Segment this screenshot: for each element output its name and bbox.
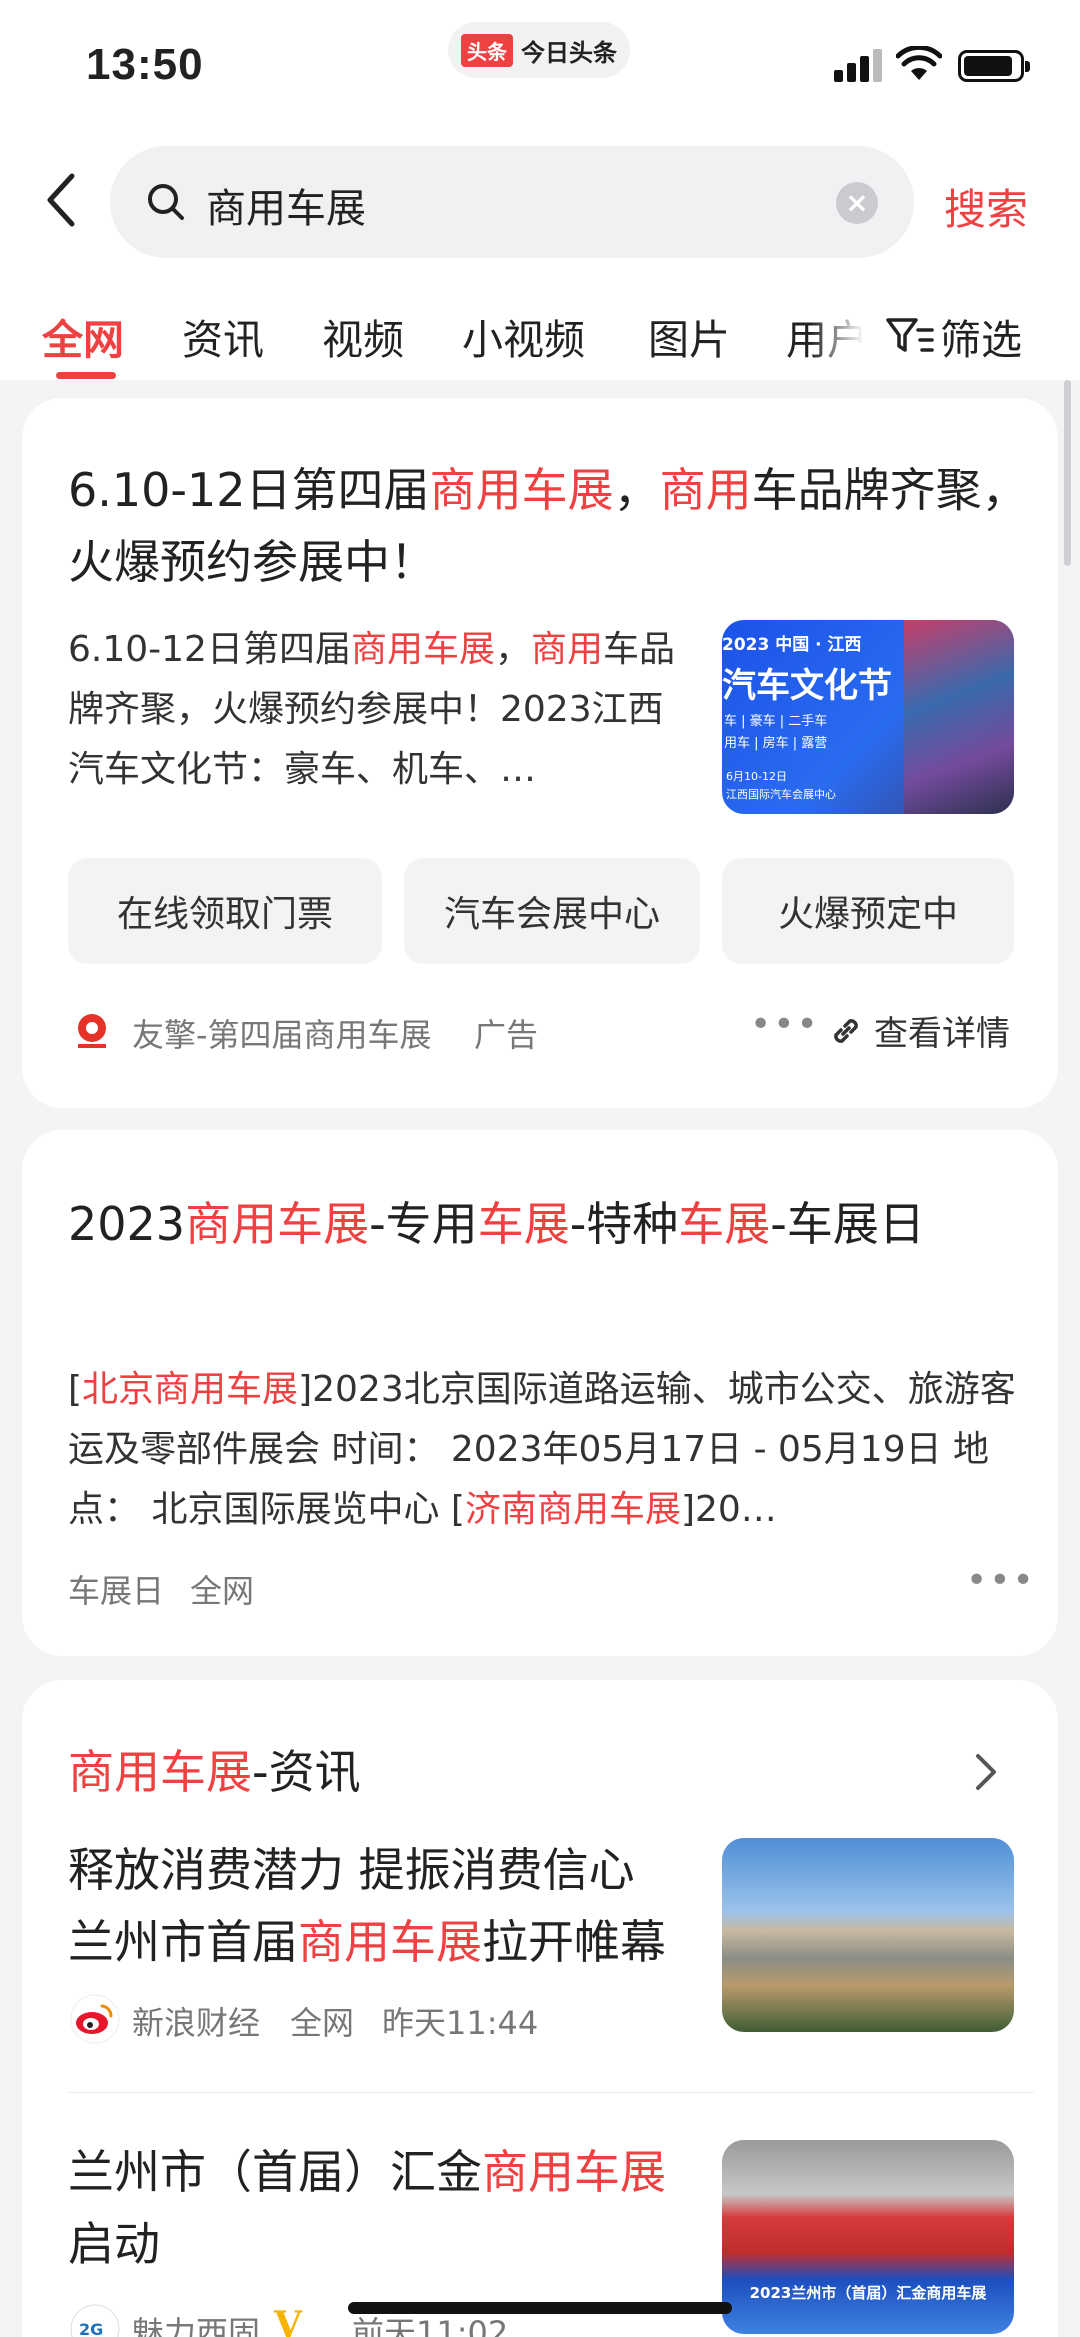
search-button[interactable]: 搜索 [944, 176, 1028, 237]
svg-text:2G: 2G [79, 2320, 103, 2337]
search-header: 商用车展 × 搜索 全网 资讯 视频 小视频 图片 用户 筛选 [0, 140, 1080, 380]
ad-result-card[interactable]: 6.10-12日第四届商用车展，商用车品牌齐聚，火爆预约参展中！ 6.10-12… [22, 398, 1058, 1108]
app-name: 今日头条 [521, 38, 617, 67]
advertiser-logo-icon [78, 1014, 106, 1048]
source-avatar-icon: 2G [70, 2304, 120, 2337]
news-item-title[interactable]: 兰州市（首届）汇金商用车展启动 [68, 2136, 688, 2280]
filter-icon [886, 318, 934, 352]
tab-short-video[interactable]: 小视频 [462, 306, 585, 366]
advertiser-name[interactable]: 友擎-第四届商用车展 [132, 1010, 432, 1056]
clear-icon[interactable]: × [836, 182, 878, 224]
status-time: 13:50 [86, 40, 204, 89]
ad-tag: 广告 [474, 1016, 539, 1054]
lanzhou-city-thumbnail[interactable] [722, 1838, 1014, 2032]
news-time: 昨天11:44 [382, 2004, 539, 2042]
web-result-site[interactable]: 车展日 [68, 1566, 164, 1612]
weibo-logo-icon [70, 1994, 120, 2044]
filter-label: 筛选 [940, 316, 1022, 364]
search-icon [148, 184, 184, 220]
news-scope: 全网 [290, 2004, 355, 2042]
news-source[interactable]: 新浪财经 [132, 1998, 260, 2044]
home-indicator[interactable] [348, 2302, 732, 2314]
web-result-description: [北京商用车展]2023北京国际道路运输、城市公交、旅游客运及零部件展会 时间：… [68, 1369, 1016, 1530]
web-result-title[interactable]: 2023商用车展-专用车展-特种车展-车展日 [68, 1188, 1018, 1260]
app-logo: 头条 [461, 33, 513, 67]
link-icon [834, 1018, 858, 1043]
ad-title[interactable]: 6.10-12日第四届商用车展，商用车品牌齐聚，火爆预约参展中！ [68, 454, 1028, 598]
search-input[interactable]: 商用车展 × [110, 146, 914, 258]
battery-icon [958, 50, 1030, 82]
status-bar: 13:50 头条 今日头条 [0, 0, 1080, 140]
verified-badge-icon: V [274, 2304, 302, 2337]
news-source[interactable]: 魅力西固 [132, 2308, 260, 2337]
event-stage-thumbnail[interactable]: 2023兰州市（首届）汇金商用车展 [722, 2140, 1014, 2334]
chip-exhibition-center[interactable]: 汽车会展中心 [404, 858, 700, 964]
chip-get-tickets[interactable]: 在线领取门票 [68, 858, 382, 964]
back-arrow-icon[interactable] [38, 170, 88, 230]
ad-description: 6.10-12日第四届商用车展，商用车品牌齐聚，火爆预约参展中！2023江西汽车… [68, 629, 676, 790]
news-section-title[interactable]: 商用车展-资讯 [68, 1736, 361, 1802]
news-item-title[interactable]: 释放消费潜力 提振消费信心 兰州市首届商用车展拉开帷幕 [68, 1834, 688, 1978]
more-options-icon[interactable]: ••• [966, 1560, 1036, 1601]
result-tabs: 全网 资讯 视频 小视频 图片 用户 筛选 [0, 296, 1080, 380]
ad-thumbnail[interactable]: 2023 中国 · 江西 汽车文化节 车 | 豪车 | 二手车 用车 | 房车 … [722, 620, 1014, 814]
web-result-scope: 全网 [190, 1572, 255, 1610]
active-tab-indicator [56, 372, 116, 379]
chip-hot-booking[interactable]: 火爆预定中 [722, 858, 1014, 964]
web-result-card[interactable]: 2023商用车展-专用车展-特种车展-车展日 [北京商用车展]2023北京国际道… [22, 1130, 1058, 1656]
item-divider [68, 2092, 1034, 2093]
scrollbar[interactable] [1064, 380, 1071, 566]
search-query[interactable]: 商用车展 [206, 176, 366, 234]
cellular-signal-icon [834, 49, 882, 82]
wifi-icon [896, 46, 942, 80]
app-indicator[interactable]: 头条 今日头条 [448, 22, 630, 78]
tab-users[interactable]: 用户 [786, 306, 868, 366]
tab-images[interactable]: 图片 [648, 306, 730, 366]
news-result-card[interactable]: 商用车展-资讯 释放消费潜力 提振消费信心 兰州市首届商用车展拉开帷幕 新浪财经… [22, 1680, 1058, 2337]
tab-video[interactable]: 视频 [322, 306, 404, 366]
tab-news[interactable]: 资讯 [182, 306, 264, 366]
more-options-icon[interactable]: ••• [750, 1004, 820, 1045]
filter-button[interactable]: 筛选 [880, 306, 1022, 366]
tab-all[interactable]: 全网 [42, 306, 124, 366]
chevron-right-icon[interactable] [972, 1750, 1000, 1794]
crowd-photo [904, 620, 1014, 814]
view-details-link[interactable]: 查看详情 [828, 1006, 1010, 1055]
